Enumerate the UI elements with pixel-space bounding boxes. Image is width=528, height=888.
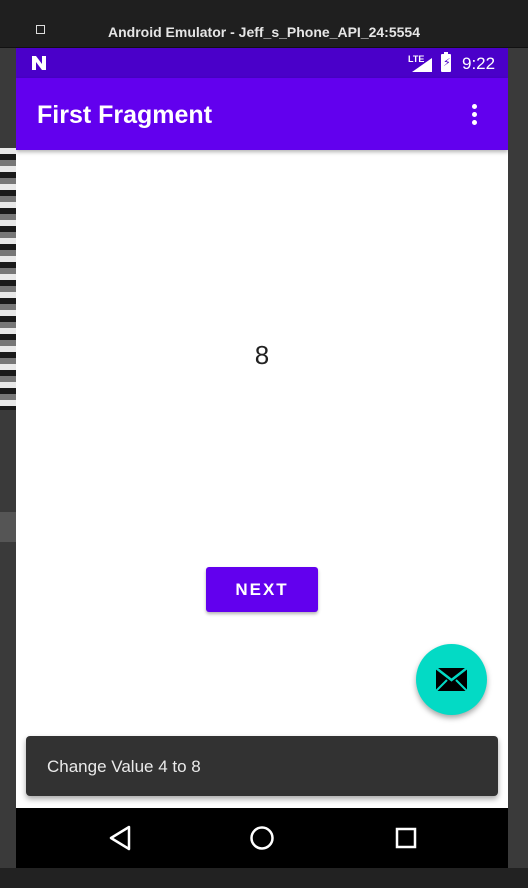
window-titlebar[interactable]: Android Emulator - Jeff_s_Phone_API_24:5…: [0, 0, 528, 48]
app-bar-title: First Fragment: [37, 101, 213, 129]
android-n-icon: [30, 55, 48, 71]
desktop-background-bottom: [0, 868, 528, 888]
more-vert-icon[interactable]: [472, 104, 478, 126]
status-bar: LTE ⚡ 9:22: [16, 48, 508, 78]
home-icon[interactable]: [249, 825, 275, 851]
recents-icon[interactable]: [395, 827, 417, 849]
snackbar-message: Change Value 4 to 8: [47, 757, 201, 776]
app-bar: First Fragment: [16, 78, 508, 150]
emulator-screen[interactable]: LTE ⚡ 9:22 First Fragment 8 NEXT Change …: [16, 48, 508, 868]
status-time: 9:22: [462, 54, 496, 73]
window-title: Android Emulator - Jeff_s_Phone_API_24:5…: [108, 24, 420, 40]
signal-icon: [412, 58, 432, 72]
back-icon[interactable]: [108, 825, 132, 851]
mail-icon: [435, 667, 468, 692]
email-fab[interactable]: [416, 644, 487, 715]
desktop-strip-fragment: [0, 512, 16, 542]
navigation-bar: [16, 808, 508, 868]
charging-bolt-icon: ⚡: [443, 57, 451, 69]
next-button[interactable]: NEXT: [206, 567, 318, 612]
desktop-photo-fragment: [0, 148, 16, 410]
fragment-value-text: 8: [254, 340, 270, 370]
snackbar: Change Value 4 to 8: [26, 736, 498, 796]
desktop-background-right: [508, 48, 528, 888]
